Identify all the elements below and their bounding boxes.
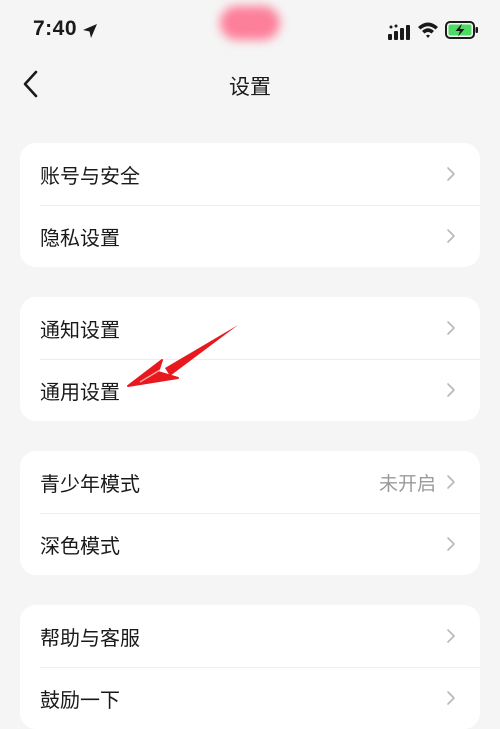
- chevron-right-icon: [447, 383, 455, 397]
- cellular-signal-icon: [388, 24, 410, 40]
- battery-charging-icon: [445, 21, 478, 39]
- settings-row-privacy[interactable]: 隐私设置: [20, 205, 480, 267]
- row-label: 隐私设置: [40, 226, 120, 250]
- wifi-icon: [418, 22, 438, 38]
- redacted-blob: [220, 6, 280, 40]
- row-label: 青少年模式: [40, 472, 140, 496]
- page-title: 设置: [229, 75, 271, 99]
- row-label: 鼓励一下: [40, 688, 120, 712]
- chevron-right-icon: [447, 321, 455, 335]
- settings-row-notifications[interactable]: 通知设置: [20, 297, 480, 359]
- settings-row-encourage[interactable]: 鼓励一下: [20, 667, 480, 729]
- row-label: 通知设置: [40, 318, 120, 342]
- row-label: 深色模式: [40, 534, 120, 558]
- settings-row-teen-mode[interactable]: 青少年模式 未开启: [20, 451, 480, 513]
- settings-row-general[interactable]: 通用设置: [20, 359, 480, 421]
- status-time: 7:40: [33, 17, 78, 40]
- chevron-right-icon: [447, 475, 455, 489]
- location-arrow-icon: [83, 24, 97, 38]
- settings-group-help: 帮助与客服 鼓励一下: [20, 605, 480, 729]
- nav-bar: 设置: [0, 62, 500, 106]
- chevron-right-icon: [447, 229, 455, 243]
- row-value: 未开启: [378, 473, 436, 495]
- settings-group-notifications: 通知设置 通用设置: [20, 297, 480, 421]
- status-bar: 7:40: [0, 0, 500, 62]
- settings-row-dark-mode[interactable]: 深色模式: [20, 513, 480, 575]
- row-label: 帮助与客服: [40, 626, 140, 650]
- settings-group-modes: 青少年模式 未开启 深色模式: [20, 451, 480, 575]
- settings-row-help-support[interactable]: 帮助与客服: [20, 605, 480, 667]
- chevron-right-icon: [447, 537, 455, 551]
- chevron-right-icon: [447, 691, 455, 705]
- row-label: 通用设置: [40, 380, 120, 404]
- chevron-right-icon: [447, 167, 455, 181]
- row-label: 账号与安全: [40, 164, 140, 188]
- settings-row-account-security[interactable]: 账号与安全: [20, 143, 480, 205]
- settings-group-account: 账号与安全 隐私设置: [20, 143, 480, 267]
- chevron-right-icon: [447, 629, 455, 643]
